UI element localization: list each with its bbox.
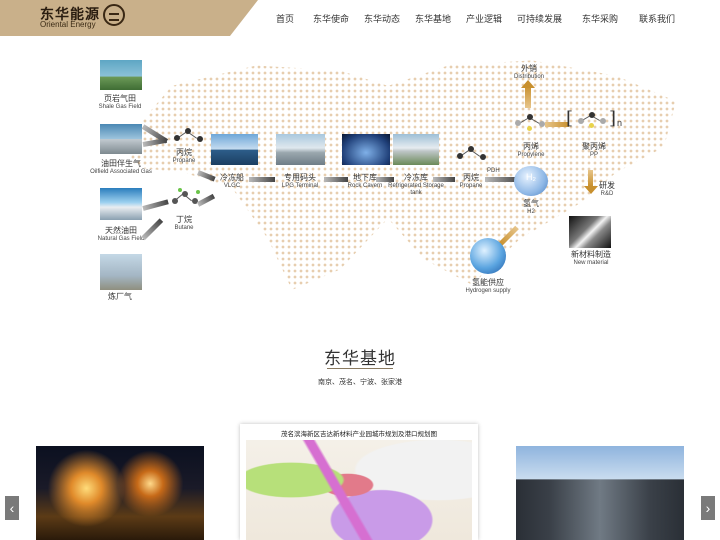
section-title: 东华基地 (324, 349, 396, 368)
rd-arrow (588, 170, 593, 186)
plan-map-image (246, 440, 472, 540)
rd-label-en: R&D (600, 191, 614, 197)
source-label-en: Shale Gas Field (98, 104, 142, 110)
shale-gas-image (100, 60, 142, 90)
bracket-right-icon: ] (609, 108, 617, 129)
polymer-n-label: n (617, 118, 623, 128)
base-plan-card[interactable]: 茂名滨海新区吉达新材料产业园城市规划及港口规划图 (240, 424, 478, 540)
nav-item-home[interactable]: 首页 (276, 12, 294, 25)
source-label-en: Oilfield Associated Gas (90, 169, 152, 175)
vlgc-label-en: VLGC (223, 183, 241, 189)
slider-next-button[interactable]: › (701, 496, 715, 520)
propane-label-en: Propane (172, 158, 196, 164)
h2-label-en: H2 (527, 209, 535, 215)
pp-label-en: PP (589, 152, 598, 158)
lpg-terminal-image (276, 134, 325, 165)
plan-title: 茂名滨海新区吉达新材料产业园城市规划及港口规划图 (281, 430, 437, 438)
propylene-molecule-icon (513, 108, 547, 134)
nav-item-contact[interactable]: 联系我们 (639, 12, 675, 25)
arrow-head-icon (521, 80, 535, 88)
logo-icon (103, 4, 125, 26)
distribution-label: 外销 (521, 64, 537, 73)
vlgc-ship-image (211, 134, 258, 165)
flow-arrow (249, 177, 275, 182)
polypropylene-molecule-icon (576, 106, 610, 132)
nav-item-industry-logic[interactable]: 产业逻辑 (466, 12, 502, 25)
hydrogen-supply-label: 氢能供应 (472, 278, 504, 287)
storage-label-en: Refrigerated Storage tank (388, 183, 444, 196)
site-header: 东华能源 Oriental Energy 首页 东华使命 东华动态 东华基地 产… (0, 0, 720, 36)
propylene-label: 丙烯 (523, 142, 539, 151)
section-subtitle: 南京、茂名、宁波、张家港 (318, 379, 402, 386)
refinery-image (100, 254, 142, 290)
logo-block[interactable]: 东华能源 Oriental Energy (0, 0, 258, 36)
propane-molecule-icon (172, 122, 206, 148)
logo-subtext: Oriental Energy (40, 20, 96, 29)
hydrogen-supply-label-en: Hydrogen supply (465, 288, 511, 294)
propane-molecule-icon (455, 140, 489, 166)
title-divider (327, 368, 393, 369)
bracket-left-icon: [ (566, 108, 574, 129)
base-image-factory[interactable] (516, 446, 684, 540)
nav-item-mission[interactable]: 东华使命 (313, 12, 349, 25)
source-label: 炼厂气 (108, 292, 132, 301)
pp-label: 聚丙烯 (582, 142, 606, 151)
flow-arrow (142, 199, 169, 211)
butane-molecule-icon (170, 186, 204, 212)
nav-item-procurement[interactable]: 东华采购 (582, 12, 618, 25)
terminal-label: 专用码头 (284, 173, 316, 182)
nav-item-news[interactable]: 东华动态 (364, 12, 400, 25)
nav-item-sustainability[interactable]: 可持续发展 (517, 12, 562, 25)
new-material-label: 新材料制造 (571, 250, 611, 259)
new-material-label-en: New material (573, 260, 609, 266)
terminal-label-en: LPG Terminal (281, 183, 319, 189)
distribution-label-en: Distribution (513, 74, 544, 80)
base-image-nanjing[interactable] (36, 446, 204, 540)
distribution-arrow (525, 86, 531, 108)
hydrogen-icon: H₂ (514, 166, 548, 196)
propane-label: 丙烷 (176, 148, 192, 157)
slider-prev-button[interactable]: ‹ (5, 496, 19, 520)
butane-label: 丁烷 (176, 215, 192, 224)
pdh-label: PDH (487, 168, 500, 174)
propane-label-en: Propane (459, 183, 483, 189)
rock-cavern-image (342, 134, 390, 165)
cavern-label-en: Rock Cavern (347, 183, 383, 189)
propylene-label-en: Propylene (517, 152, 545, 158)
oilfield-gas-image (100, 124, 142, 154)
butane-label-en: Butane (174, 225, 194, 231)
h2-ball-label: H₂ (526, 172, 536, 182)
source-label: 油田伴生气 (101, 159, 141, 168)
hydrogen-supply-icon (470, 238, 506, 274)
natural-gas-field-image (100, 188, 142, 220)
source-label: 页岩气田 (104, 94, 136, 103)
new-material-image (569, 216, 611, 248)
rd-label: 研发 (599, 181, 615, 190)
nav-item-bases[interactable]: 东华基地 (415, 12, 451, 25)
h2-label: 氢气 (523, 199, 539, 208)
storage-tank-image (393, 134, 439, 165)
